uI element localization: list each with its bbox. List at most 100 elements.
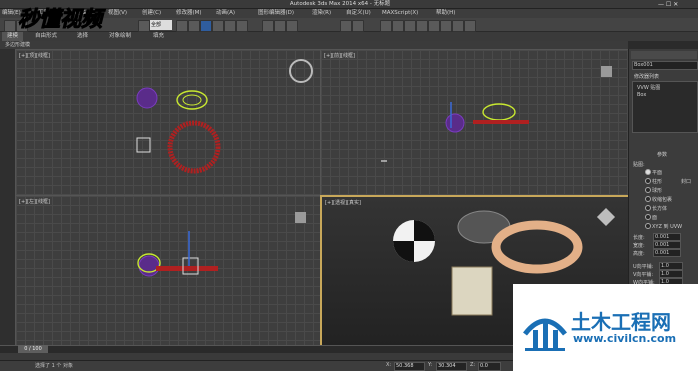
- teapot-wireframe: [482, 103, 516, 121]
- label-xyz-to-uvw: XYZ 到 UVW: [652, 224, 683, 230]
- viewport-top[interactable]: [+][顶][线框]: [15, 49, 322, 197]
- z-label: Z:: [470, 362, 476, 368]
- window-controls[interactable]: — ☐ ✕: [658, 1, 696, 8]
- u-tile-label: U向平铺:: [633, 264, 654, 270]
- select-by-name-icon[interactable]: [188, 20, 200, 32]
- left-scene: [137, 231, 218, 277]
- layer-manager-icon[interactable]: [380, 20, 392, 32]
- sphere-wireframe: [136, 87, 158, 109]
- radio-spherical[interactable]: [645, 187, 651, 193]
- menu-modifiers[interactable]: 修改器(M): [176, 9, 202, 18]
- selection-status: 选择了 1 个 对象: [35, 363, 73, 369]
- teapot-lid: [182, 94, 202, 106]
- radio-shrink-wrap[interactable]: [645, 196, 651, 202]
- mirror-icon[interactable]: [340, 20, 352, 32]
- box-render: [451, 266, 493, 316]
- top-scene: [136, 87, 221, 174]
- render-frame-icon[interactable]: [452, 20, 464, 32]
- tab-populate[interactable]: 填充: [148, 32, 169, 41]
- tab-object-paint[interactable]: 对象绘制: [104, 32, 136, 41]
- polygon-modeling-label[interactable]: 多边形建模: [5, 41, 30, 49]
- torus-render: [491, 220, 583, 274]
- length-value: 0.001: [655, 234, 670, 240]
- watermark-logo-top: 秒懂视频: [18, 6, 133, 32]
- label-planar: 平面: [652, 170, 663, 176]
- radio-cylindrical[interactable]: [645, 178, 651, 184]
- label-face: 面: [652, 215, 658, 221]
- region-select-icon[interactable]: [200, 20, 212, 32]
- radio-box[interactable]: [645, 205, 651, 211]
- menu-graph-editors[interactable]: 图形编辑器(D): [258, 9, 294, 18]
- watermark-bottom: 土木工程网 www.civilcn.com: [513, 284, 698, 371]
- select-object-icon[interactable]: [176, 20, 188, 32]
- tab-modeling[interactable]: 建模: [2, 32, 24, 41]
- u-tile-value: 1.0: [661, 263, 669, 269]
- time-slider[interactable]: 0 / 100: [18, 345, 48, 353]
- menu-animation[interactable]: 动画(A): [216, 9, 235, 18]
- width-label: 宽度:: [633, 243, 645, 249]
- label-cylindrical: 柱形: [652, 179, 663, 185]
- menu-customize[interactable]: 自定义(U): [346, 9, 371, 18]
- undo-icon[interactable]: [4, 20, 16, 32]
- torus-wireframe: [473, 120, 529, 124]
- y-coordinate-field[interactable]: 30.304: [436, 362, 467, 371]
- torus-wireframe: [167, 120, 221, 174]
- v-tile-label: V向平铺:: [633, 272, 654, 278]
- parameters-rollout[interactable]: 参数: [657, 151, 667, 158]
- viewport-left[interactable]: [+][左][线框]: [15, 195, 322, 347]
- command-panel-tabs[interactable]: [631, 51, 697, 59]
- menu-create[interactable]: 创建(C): [142, 9, 161, 18]
- teapot-wireframe: [176, 90, 208, 110]
- tab-selection[interactable]: 选择: [72, 32, 93, 41]
- label-spherical: 球形: [652, 188, 663, 194]
- front-scene: [381, 102, 529, 162]
- box-wireframe: [136, 137, 151, 153]
- scale-icon[interactable]: [236, 20, 248, 32]
- link-icon[interactable]: [138, 20, 150, 32]
- angle-snap-icon[interactable]: [274, 20, 286, 32]
- viewport-front[interactable]: [+][前][线框]: [320, 49, 630, 197]
- radio-xyz-to-uvw[interactable]: [645, 223, 651, 229]
- curve-editor-icon[interactable]: [404, 20, 416, 32]
- object-name: Box001: [634, 62, 653, 68]
- x-label: X:: [386, 362, 392, 368]
- label-shrink-wrap: 收缩包裹: [652, 197, 673, 203]
- render-teapot-icon[interactable]: [464, 20, 476, 32]
- civil-logo-icon: [523, 318, 567, 351]
- torus-wireframe: [156, 266, 218, 271]
- rotate-icon[interactable]: [224, 20, 236, 32]
- sphere-wireframe: [445, 113, 465, 133]
- z-coordinate-field[interactable]: 0.0: [478, 362, 501, 371]
- menu-rendering[interactable]: 渲染(R): [312, 9, 331, 18]
- percent-snap-icon[interactable]: [286, 20, 298, 32]
- left-strip: [0, 49, 15, 345]
- v-tile-value: 1.0: [661, 271, 669, 277]
- snap-icon[interactable]: [262, 20, 274, 32]
- modifier-list-dropdown[interactable]: 修改器列表: [634, 73, 659, 80]
- label-box: 长方体: [652, 206, 668, 212]
- watermark-title: 土木工程网: [571, 310, 671, 334]
- schematic-view-icon[interactable]: [416, 20, 428, 32]
- graphite-toggle-icon[interactable]: [392, 20, 404, 32]
- label-cap[interactable]: 封口: [681, 178, 691, 185]
- tab-freeform[interactable]: 自由形式: [30, 32, 62, 41]
- render-setup-icon[interactable]: [440, 20, 452, 32]
- mapping-label: 贴图:: [633, 162, 645, 168]
- material-editor-icon[interactable]: [428, 20, 440, 32]
- ribbon-subbar: [0, 41, 628, 49]
- move-icon[interactable]: [212, 20, 224, 32]
- watermark-url: www.civilcn.com: [573, 332, 677, 345]
- align-icon[interactable]: [352, 20, 364, 32]
- width-value: 0.001: [655, 242, 670, 248]
- radio-face[interactable]: [645, 214, 651, 220]
- stack-item-uvw-map[interactable]: VVW 贴图: [637, 84, 660, 91]
- stack-item-box[interactable]: Box: [637, 92, 646, 98]
- radio-planar[interactable]: [645, 169, 651, 175]
- length-label: 长度:: [633, 235, 645, 241]
- selection-filter-dropdown[interactable]: 全部: [150, 20, 172, 30]
- x-coordinate-field[interactable]: 50.368: [394, 362, 425, 371]
- menu-help[interactable]: 帮助(H): [436, 9, 455, 18]
- watermark-top-text: 秒懂视频: [18, 6, 103, 32]
- menu-maxscript[interactable]: MAXScript(X): [382, 9, 418, 18]
- height-value: 0.001: [655, 250, 670, 256]
